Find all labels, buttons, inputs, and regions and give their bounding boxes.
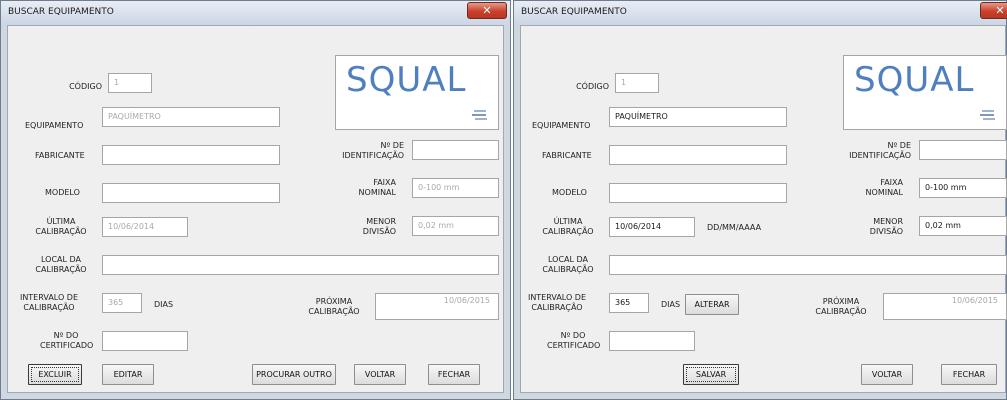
squal-logo: SQUAL bbox=[843, 55, 1007, 130]
intervalo-field[interactable]: 365 bbox=[102, 293, 142, 313]
equipamento-label: EQUIPAMENTO bbox=[25, 121, 84, 130]
faixa-nominal-field[interactable]: 0-100 mm bbox=[412, 178, 499, 198]
ultima-calibracao-field[interactable]: 10/06/2014 bbox=[102, 217, 188, 237]
intervalo-calibracao-label: INTERVALO DE CALIBRAÇÃO bbox=[19, 293, 79, 312]
codigo-label: CÓDIGO bbox=[576, 82, 609, 91]
certificado-field[interactable] bbox=[609, 331, 695, 351]
editar-button[interactable]: EDITAR bbox=[102, 364, 154, 385]
window-title: BUSCAR EQUIPAMENTO bbox=[8, 7, 114, 17]
ultima-calibracao-label: ÚLTIMA CALIBRAÇÃO bbox=[35, 217, 87, 236]
intervalo-field[interactable]: 365 bbox=[609, 293, 649, 313]
date-format-hint: DD/MM/AAAA bbox=[707, 223, 762, 232]
local-calibracao-label: LOCAL DA CALIBRAÇÃO bbox=[35, 255, 87, 274]
search-equipment-window-view: BUSCAR EQUIPAMENTO ✕ CÓDIGO 1 EQUIPAMENT… bbox=[0, 0, 511, 400]
modelo-field[interactable] bbox=[609, 183, 787, 203]
equipamento-field[interactable]: PAQUÍMETRO bbox=[102, 107, 280, 127]
fabricante-field[interactable] bbox=[609, 145, 787, 165]
proxima-calibracao-field[interactable]: 10/06/2015 bbox=[375, 293, 499, 320]
dias-label: DIAS bbox=[154, 300, 174, 309]
close-icon: ✕ bbox=[995, 4, 1005, 17]
ultima-calibracao-field[interactable]: 10/06/2014 bbox=[609, 217, 695, 237]
fechar-button[interactable]: FECHAR bbox=[941, 364, 997, 385]
identificacao-field[interactable] bbox=[919, 140, 1007, 160]
proxima-calibracao-field[interactable]: 10/06/2015 bbox=[883, 293, 1007, 320]
faixa-nominal-label: FAIXA NOMINAL bbox=[358, 178, 396, 197]
faixa-nominal-label: FAIXA NOMINAL bbox=[865, 178, 903, 197]
equipamento-label: EQUIPAMENTO bbox=[532, 121, 591, 130]
search-equipment-window-edit: BUSCAR EQUIPAMENTO ✕ CÓDIGO 1 EQUIPAMENT… bbox=[513, 0, 1007, 400]
window-title: BUSCAR EQUIPAMENTO bbox=[521, 7, 627, 17]
identificacao-label: Nº DE IDENTIFICAÇÃO bbox=[342, 141, 404, 160]
certificado-label: Nº DO CERTIFICADO bbox=[547, 331, 601, 350]
proxima-calibracao-label: PRÓXIMA CALIBRAÇÃO bbox=[308, 297, 360, 316]
ultima-calibracao-label: ÚLTIMA CALIBRAÇÃO bbox=[542, 217, 594, 236]
certificado-field[interactable] bbox=[102, 331, 188, 351]
logo-mark-icon bbox=[980, 110, 995, 120]
form-area: CÓDIGO 1 EQUIPAMENTO PAQUÍMETRO FABRICAN… bbox=[7, 25, 504, 393]
local-calibracao-field[interactable] bbox=[609, 255, 1007, 275]
codigo-field[interactable]: 1 bbox=[108, 73, 152, 93]
menor-divisao-field[interactable]: 0,02 mm bbox=[919, 216, 1007, 236]
salvar-button[interactable]: SALVAR bbox=[683, 364, 739, 385]
menor-divisao-label: MENOR DIVISÃO bbox=[869, 217, 903, 236]
codigo-label: CÓDIGO bbox=[69, 82, 102, 91]
form-area: CÓDIGO 1 EQUIPAMENTO PAQUÍMETRO FABRICAN… bbox=[520, 25, 1007, 393]
logo-mark-icon bbox=[472, 110, 487, 120]
voltar-button[interactable]: VOLTAR bbox=[354, 364, 406, 385]
close-icon: ✕ bbox=[482, 4, 492, 17]
menor-divisao-field[interactable]: 0,02 mm bbox=[412, 216, 499, 236]
local-calibracao-field[interactable] bbox=[102, 255, 499, 275]
identificacao-field[interactable] bbox=[412, 140, 499, 160]
title-bar[interactable]: BUSCAR EQUIPAMENTO ✕ bbox=[1, 1, 510, 25]
logo-text: SQUAL bbox=[346, 60, 467, 100]
intervalo-calibracao-label: INTERVALO DE CALIBRAÇÃO bbox=[527, 293, 587, 312]
close-window-button[interactable]: ✕ bbox=[467, 2, 507, 19]
faixa-nominal-field[interactable]: 0-100 mm bbox=[919, 178, 1007, 198]
modelo-field[interactable] bbox=[102, 183, 280, 203]
squal-logo: SQUAL bbox=[335, 55, 499, 130]
identificacao-label: Nº DE IDENTIFICAÇÃO bbox=[849, 141, 911, 160]
certificado-label: Nº DO CERTIFICADO bbox=[40, 331, 94, 350]
title-bar[interactable]: BUSCAR EQUIPAMENTO ✕ bbox=[514, 1, 1007, 25]
fabricante-label: FABRICANTE bbox=[542, 151, 592, 160]
alterar-button[interactable]: ALTERAR bbox=[685, 294, 739, 315]
modelo-label: MODELO bbox=[552, 188, 587, 197]
fabricante-field[interactable] bbox=[102, 145, 280, 165]
voltar-button[interactable]: VOLTAR bbox=[861, 364, 913, 385]
codigo-field[interactable]: 1 bbox=[615, 73, 659, 93]
equipamento-field[interactable]: PAQUÍMETRO bbox=[609, 107, 787, 127]
menor-divisao-label: MENOR DIVISÃO bbox=[362, 217, 396, 236]
close-window-button[interactable]: ✕ bbox=[980, 2, 1007, 19]
proxima-calibracao-label: PRÓXIMA CALIBRAÇÃO bbox=[815, 297, 867, 316]
fechar-button[interactable]: FECHAR bbox=[428, 364, 480, 385]
logo-text: SQUAL bbox=[854, 60, 975, 100]
local-calibracao-label: LOCAL DA CALIBRAÇÃO bbox=[542, 255, 594, 274]
excluir-button[interactable]: EXCLUIR bbox=[28, 364, 82, 385]
modelo-label: MODELO bbox=[45, 188, 80, 197]
fabricante-label: FABRICANTE bbox=[35, 151, 85, 160]
procurar-outro-button[interactable]: PROCURAR OUTRO bbox=[252, 364, 336, 385]
